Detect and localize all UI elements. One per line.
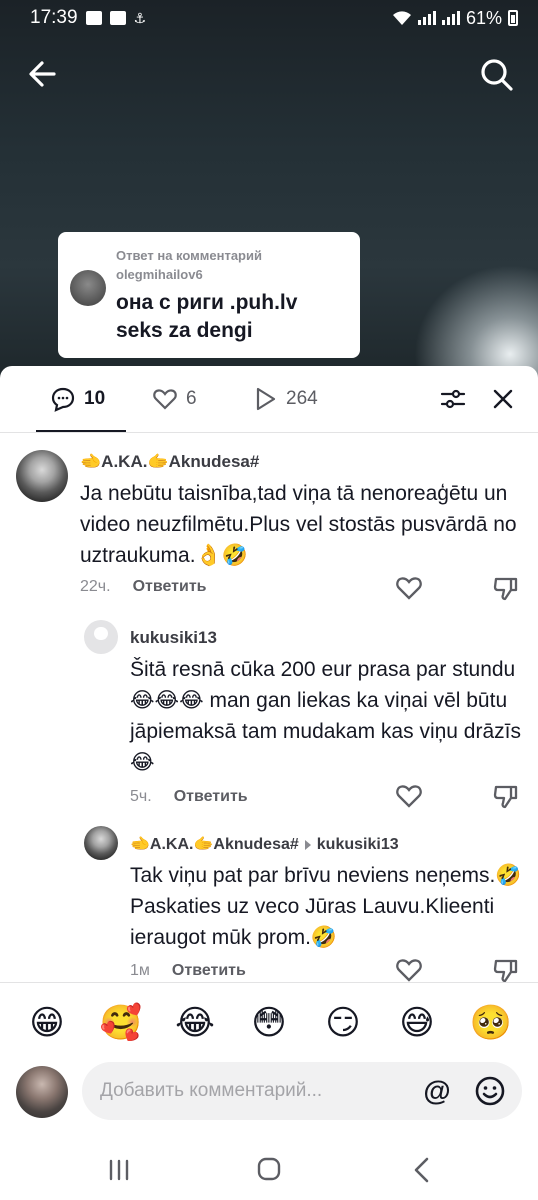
- thumbs-down-icon[interactable]: [492, 956, 520, 982]
- username-part: Aknudesa#: [168, 452, 260, 471]
- emoji-love-button[interactable]: 🥰: [96, 998, 146, 1048]
- heart-icon: [153, 389, 177, 410]
- username-part: Aknudesa#: [213, 836, 299, 853]
- heart-icon[interactable]: [395, 782, 423, 810]
- divider: [0, 982, 538, 983]
- thumbs-down-icon[interactable]: [492, 782, 520, 810]
- reply-username: olegmihailov6: [116, 267, 203, 282]
- view-count: 264: [286, 388, 318, 409]
- mention-button[interactable]: @: [422, 1076, 452, 1106]
- username-emoji: 🫱: [147, 452, 169, 471]
- tab-views[interactable]: 264: [252, 386, 318, 412]
- my-avatar: [16, 1066, 68, 1118]
- heart-icon[interactable]: [395, 956, 423, 982]
- emoji-grin-button[interactable]: 😁: [22, 998, 72, 1048]
- comment-meta: 5ч. Ответить: [130, 788, 248, 806]
- emoji-smirk-button[interactable]: 😏: [318, 998, 368, 1048]
- comment-reply-item: kukusiki13 Šitā resnā cūka 200 eur prasa…: [0, 614, 538, 814]
- comment-username[interactable]: kukusiki13: [130, 628, 217, 648]
- emoji-flushed-button[interactable]: 😳: [244, 998, 294, 1048]
- username-emoji: 🫱: [193, 836, 214, 853]
- gallery-notification-icon: [85, 11, 102, 25]
- comment-input-box[interactable]: @: [82, 1062, 522, 1120]
- emoji-laugh-button[interactable]: 😂: [170, 998, 220, 1048]
- divider: [0, 432, 538, 433]
- back-arrow-icon[interactable]: [24, 54, 64, 94]
- stats-bar: 10 6 264: [0, 366, 538, 432]
- avatar[interactable]: [16, 450, 68, 502]
- app-notification-icon: ⚓: [133, 9, 147, 26]
- signal-icon-2: [441, 11, 460, 25]
- comment-time: 1м: [130, 962, 150, 979]
- comment-time: 5ч.: [130, 788, 152, 805]
- comment-username[interactable]: 🫲A.KA.🫱Aknudesa# kukusiki13: [130, 834, 399, 854]
- reply-to-username: kukusiki13: [316, 836, 399, 853]
- emoji-pleading-button[interactable]: 🥺: [466, 998, 516, 1048]
- reply-text-line2: seks za dengi: [116, 319, 253, 342]
- like-count: 6: [186, 388, 197, 409]
- reply-text: она с риги .puh.lv seks za dengi: [116, 289, 297, 345]
- comment-item: 🫲A.KA.🫱Aknudesa# Ja nebūtu taisnība,tad …: [0, 440, 538, 610]
- filter-sliders-icon[interactable]: [440, 386, 466, 412]
- youtube-notification-icon: [109, 11, 126, 25]
- reply-avatar: [70, 270, 106, 306]
- battery-icon: [508, 10, 518, 26]
- reply-text-line1: она с риги .puh.lv: [116, 291, 298, 314]
- avatar[interactable]: [84, 620, 118, 654]
- comment-meta: 22ч. Ответить: [80, 578, 207, 596]
- heart-icon[interactable]: [395, 574, 423, 602]
- username-part: A.KA.: [149, 836, 194, 853]
- comment-meta: 1м Ответить: [130, 962, 246, 980]
- reply-header: Ответ на комментарий: [116, 248, 262, 263]
- back-chevron-icon[interactable]: [410, 1156, 434, 1184]
- status-time: 17:39: [30, 7, 78, 28]
- status-bar: 17:39 ⚓ 61%: [0, 0, 538, 36]
- comment-time: 22ч.: [80, 578, 111, 595]
- emoji-sweat-button[interactable]: 😅: [392, 998, 442, 1048]
- home-icon[interactable]: [256, 1156, 282, 1182]
- tab-likes[interactable]: 6: [152, 386, 197, 412]
- username-emoji: 🫲: [130, 836, 150, 853]
- signal-icon-1: [417, 11, 436, 25]
- search-icon[interactable]: [476, 54, 516, 94]
- reply-button[interactable]: Ответить: [133, 578, 207, 596]
- close-icon[interactable]: [490, 386, 516, 412]
- play-icon: [256, 387, 276, 411]
- comment-count: 10: [84, 388, 106, 409]
- username-emoji: 🫲: [80, 452, 102, 471]
- battery-percent: 61%: [465, 7, 502, 28]
- avatar[interactable]: [84, 826, 118, 860]
- emoji-quick-bar: 😁 🥰 😂 😳 😏 😅 🥺: [0, 998, 538, 1048]
- reply-button[interactable]: Ответить: [174, 788, 248, 806]
- reply-button[interactable]: Ответить: [172, 962, 246, 980]
- reply-arrow-icon: [304, 839, 311, 850]
- username-part: A.KA.: [101, 452, 148, 471]
- emoji-picker-icon[interactable]: [474, 1075, 506, 1107]
- comment-username[interactable]: 🫲A.KA.🫱Aknudesa#: [80, 452, 259, 472]
- comment-bubble-icon: [51, 387, 75, 412]
- comment-text: Šitā resnā cūka 200 eur prasa par stundu…: [130, 658, 521, 774]
- comment-text: Ja nebūtu taisnība,tad viņa tā nenoreaģē…: [80, 482, 517, 567]
- wifi-icon: [392, 11, 411, 25]
- recent-apps-icon[interactable]: [106, 1158, 132, 1182]
- system-nav-bar: [0, 1140, 538, 1200]
- comment-text: Tak viņu pat par brīvu neviens neņems.🤣P…: [130, 864, 522, 949]
- comment-input[interactable]: [100, 1062, 410, 1120]
- top-nav: [0, 50, 538, 96]
- reply-to-comment-sticker: Ответ на комментарий olegmihailov6 она с…: [58, 232, 360, 358]
- tab-comments[interactable]: 10: [50, 386, 105, 412]
- thumbs-down-icon[interactable]: [492, 574, 520, 602]
- comment-reply-item: 🫲A.KA.🫱Aknudesa# kukusiki13 Tak viņu pat …: [0, 822, 538, 982]
